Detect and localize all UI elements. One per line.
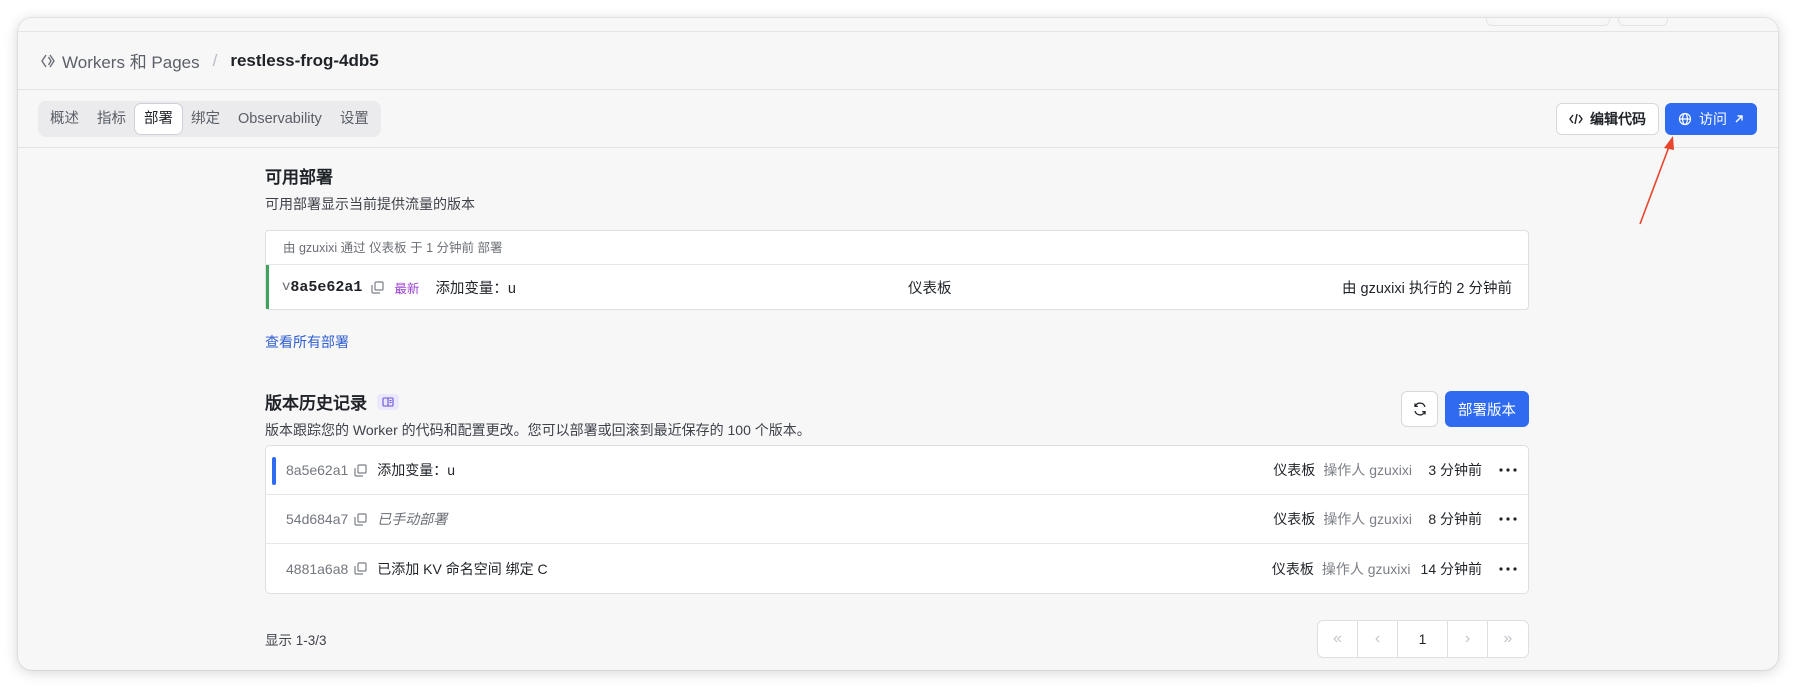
available-subtitle: 可用部署显示当前提供流量的版本 [265,196,475,212]
visit-button[interactable]: 访问 [1665,102,1757,135]
version-time: 14 分钟前 [1420,560,1482,577]
more-options-icon[interactable] [1496,458,1520,482]
tab-observability[interactable]: Observability [229,104,331,134]
deployment-by: 由 gzuxixi 执行的 2 分钟前 [1342,280,1512,297]
next-page-button[interactable]: › [1448,621,1488,657]
deployment-source: 仪表板 [908,280,952,297]
version-time: 8 分钟前 [1428,511,1482,527]
current-page[interactable]: 1 [1398,621,1448,657]
version-operator: 操作人 gzuxixi [1321,560,1411,577]
tab-metrics[interactable]: 指标 [88,104,135,134]
prev-page-button[interactable]: ‹ [1358,621,1398,657]
version-source: 仪表板 [1271,560,1314,577]
more-options-icon[interactable] [1496,507,1520,531]
history-title: 版本历史记录 [265,394,367,413]
top-ghost-button-small[interactable] [1618,18,1668,26]
tabs-bar: 概述 指标 部署 绑定 Observability 设置 编辑代码 访问 [18,90,1778,148]
copy-icon[interactable] [354,562,367,575]
showing-count: 显示 1-3/3 [265,633,327,648]
version-id: 54d684a7 [286,511,349,527]
tab-deployments[interactable]: 部署 [135,103,182,134]
deploy-version-button[interactable]: 部署版本 [1445,391,1529,427]
app-window: Workers 和 Pages / restless-frog-4db5 概述 … [18,18,1778,670]
version-message: 已添加 KV 命名空间 绑定 C [377,560,548,577]
refresh-button[interactable] [1401,391,1438,427]
tab-overview[interactable]: 概述 [41,104,88,134]
copy-icon[interactable] [354,512,367,526]
top-ghost-button[interactable] [1486,18,1610,26]
breadcrumb-separator: / [212,50,218,70]
top-strip [18,18,1778,32]
deployment-meta: 由 gzuxixi 通过 仪表板 于 1 分钟前 部署 [266,231,1528,265]
pagination: « ‹ 1 › » [1317,620,1529,658]
header-actions: 编辑代码 访问 [1556,102,1757,135]
history-subtitle: 版本跟踪您的 Worker 的代码和配置更改。您可以部署或回滚到最近保存的 10… [265,422,811,438]
workers-logo-icon [41,54,55,67]
version-id: 8a5e62a1 [286,462,349,478]
main-content: 可用部署 可用部署显示当前提供流量的版本 由 gzuxixi 通过 仪表板 于 … [265,163,1529,658]
breadcrumb-current: restless-frog-4db5 [230,50,379,70]
version-prefix: v [282,279,291,295]
deployment-message: 添加变量：u [435,280,517,297]
version-operator: 操作人 gzuxixi [1323,511,1412,527]
tab-list: 概述 指标 部署 绑定 Observability 设置 [38,100,381,137]
pagination-row: 显示 1-3/3 « ‹ 1 › » [265,620,1529,658]
breadcrumb: Workers 和 Pages / restless-frog-4db5 [18,32,1778,90]
version-id: 4881a6a8 [286,560,349,577]
first-page-button[interactable]: « [1318,621,1358,657]
version-history-header: 版本历史记录 版本跟踪您的 Worker 的代码和配置更改。您可以部署或回滚到最… [265,389,1529,438]
current-version-marker [272,457,276,485]
edit-code-label: 编辑代码 [1590,110,1646,127]
version-message: 已手动部署 [377,511,448,527]
table-row[interactable]: 4881a6a8 已添加 KV 命名空间 绑定 C 仪表板 操作人 gzuxix… [266,544,1528,593]
version-source: 仪表板 [1273,511,1316,527]
more-options-icon[interactable] [1496,557,1520,581]
breadcrumb-parent[interactable]: Workers 和 Pages [62,48,200,73]
available-title: 可用部署 [265,168,333,187]
refresh-icon [1413,402,1426,416]
copy-icon[interactable] [371,280,385,294]
docs-book-icon[interactable] [377,393,399,410]
version-history-table: 8a5e62a1 添加变量：u 仪表板 操作人 gzuxixi 3 分钟前 54… [265,445,1529,594]
copy-icon[interactable] [354,463,367,477]
table-row[interactable]: 8a5e62a1 添加变量：u 仪表板 操作人 gzuxixi 3 分钟前 [266,446,1528,495]
latest-badge: 最新 [394,281,420,296]
deployment-card: 由 gzuxixi 通过 仪表板 于 1 分钟前 部署 v 8a5e62a1 最… [265,230,1529,310]
deployment-row[interactable]: v 8a5e62a1 最新 添加变量：u 仪表板 由 gzuxixi 执行的 2… [266,265,1528,309]
external-link-icon [1735,114,1743,122]
code-icon [1569,113,1583,124]
history-actions: 部署版本 [1401,391,1529,427]
tab-bindings[interactable]: 绑定 [182,104,229,134]
last-page-button[interactable]: » [1488,621,1528,657]
visit-label: 访问 [1699,110,1727,127]
version-time: 3 分钟前 [1428,462,1482,478]
globe-icon [1678,112,1692,125]
edit-code-button[interactable]: 编辑代码 [1556,102,1659,135]
version-message: 添加变量：u [377,462,456,478]
version-id: 8a5e62a1 [290,278,363,296]
version-source: 仪表板 [1273,462,1316,478]
table-row[interactable]: 54d684a7 已手动部署 仪表板 操作人 gzuxixi 8 分钟前 [266,495,1528,544]
tab-settings[interactable]: 设置 [331,104,378,134]
version-operator: 操作人 gzuxixi [1323,462,1412,478]
view-all-deployments-link[interactable]: 查看所有部署 [265,332,349,352]
available-deployments-section: 可用部署 可用部署显示当前提供流量的版本 由 gzuxixi 通过 仪表板 于 … [265,163,1529,352]
